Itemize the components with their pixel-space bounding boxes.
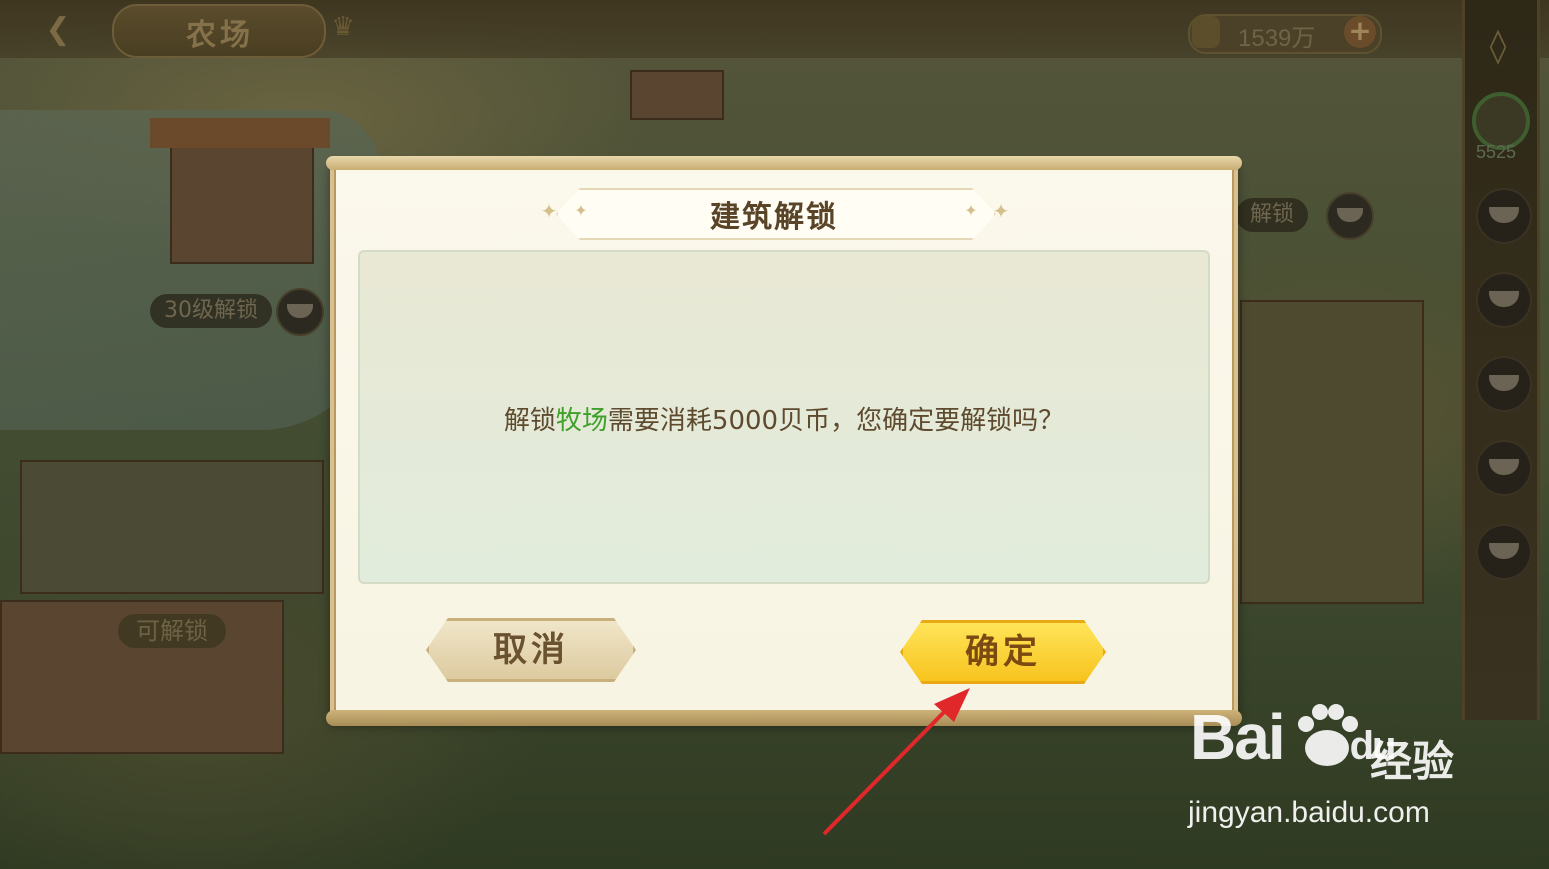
rail-slot-locked[interactable]	[1476, 440, 1532, 496]
lock-icon	[1489, 459, 1519, 475]
cancel-button[interactable]: 取消	[426, 618, 636, 682]
lock-icon	[1337, 208, 1363, 222]
lock-icon	[287, 304, 313, 318]
back-button[interactable]: ❮	[30, 12, 86, 48]
scroll-rod-top	[326, 156, 1242, 170]
building-tower	[1240, 300, 1424, 604]
message-suffix: 需要消耗5000贝币，您确定要解锁吗？	[607, 406, 1065, 436]
lock-icon	[1489, 207, 1519, 223]
building-bridge	[20, 460, 324, 594]
rail-slot-locked[interactable]	[1476, 524, 1532, 580]
rail-slot-locked[interactable]	[1476, 356, 1532, 412]
map-lock-label-30: 30级解锁	[150, 294, 272, 328]
scene-title: 农场	[186, 18, 254, 53]
dialog-title: 建筑解锁	[710, 200, 838, 235]
building-name: 牧场	[555, 406, 608, 436]
crown-icon[interactable]: ♛	[326, 12, 360, 42]
lock-icon	[1489, 543, 1519, 559]
building-pavilion	[170, 140, 314, 264]
shell-coin-icon	[1192, 16, 1220, 48]
lock-icon	[1489, 291, 1519, 307]
confirm-button[interactable]: 确定	[900, 620, 1106, 684]
map-lock-label-right: 解锁	[1236, 198, 1309, 232]
currency-value: 1539万	[1238, 25, 1316, 52]
map-lock-button[interactable]	[276, 288, 324, 336]
unlockable-label[interactable]: 可解锁	[118, 614, 226, 648]
add-currency-button[interactable]: +	[1344, 16, 1376, 48]
progress-value: 5525	[1476, 142, 1517, 162]
paw-icon	[1298, 704, 1358, 766]
chevron-left-icon: ❮	[45, 12, 71, 47]
watermark-cn: 经验	[1370, 737, 1455, 786]
lock-icon	[1489, 375, 1519, 391]
rail-slot-locked[interactable]	[1476, 272, 1532, 328]
building-roof	[150, 118, 330, 148]
building-far-house	[630, 70, 724, 120]
confirm-message: 解锁牧场需要消耗5000贝币，您确定要解锁吗？	[358, 400, 1210, 437]
diamond-menu-icon[interactable]: ◊	[1478, 26, 1518, 66]
scroll-rod-bottom	[326, 710, 1242, 726]
map-lock-button-right[interactable]	[1326, 192, 1374, 240]
watermark-brand: Bai	[1190, 701, 1286, 773]
rail-slot-locked[interactable]	[1476, 188, 1532, 244]
message-prefix: 解锁	[503, 406, 556, 436]
watermark-url: jingyan.baidu.com	[1188, 796, 1430, 829]
